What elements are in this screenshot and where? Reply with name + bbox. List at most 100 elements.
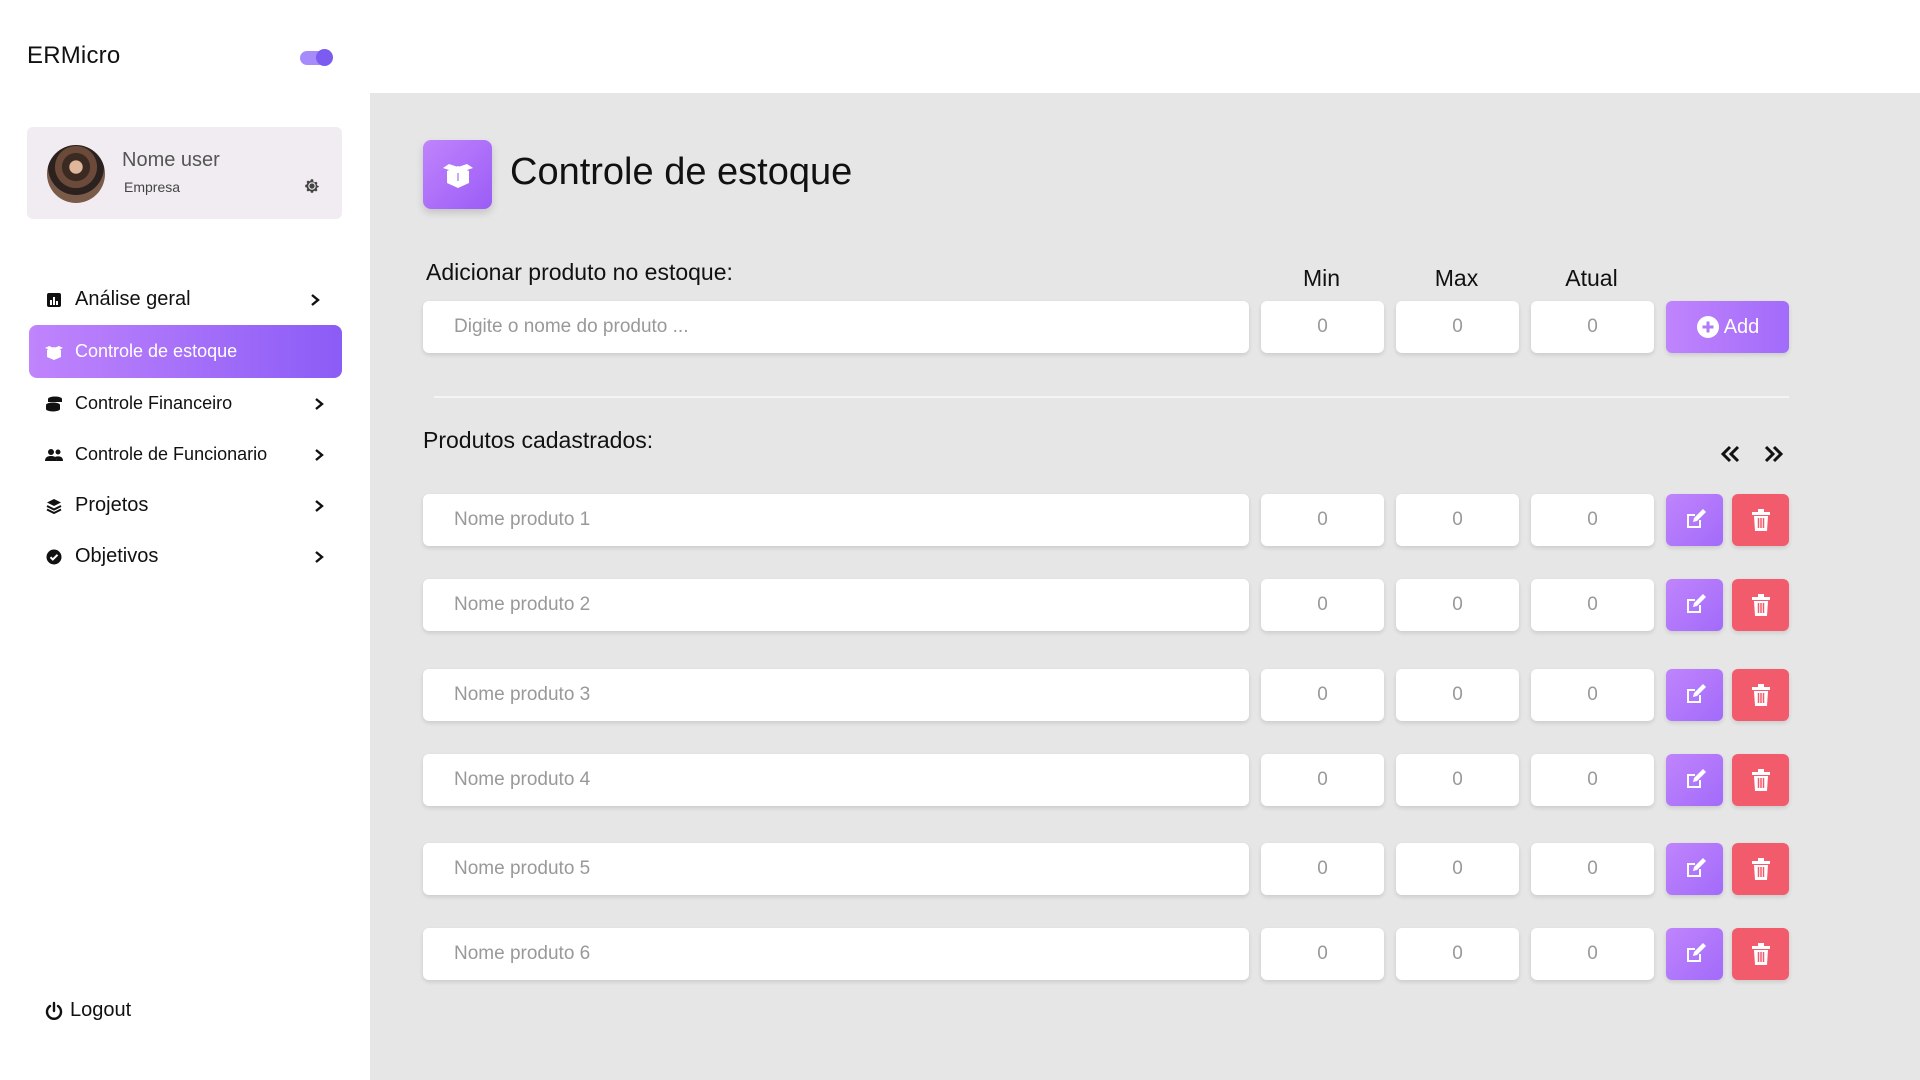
- product-min-field[interactable]: 0: [1261, 494, 1384, 546]
- delete-button[interactable]: [1732, 843, 1789, 895]
- layers-icon: [45, 497, 63, 515]
- chevron-right-icon: [315, 397, 324, 410]
- product-min-field[interactable]: 0: [1261, 754, 1384, 806]
- delete-button[interactable]: [1732, 494, 1789, 546]
- chevron-right-icon: [315, 499, 324, 512]
- trash-icon: [1751, 858, 1770, 880]
- sidebar-item-label: Análise geral: [75, 288, 191, 310]
- product-name-field[interactable]: Nome produto 3: [423, 669, 1249, 721]
- column-header-min: Min: [1302, 265, 1341, 291]
- edit-button[interactable]: [1666, 579, 1723, 631]
- product-min-field[interactable]: 0: [1261, 579, 1384, 631]
- users-icon: [45, 446, 63, 464]
- page-icon: [423, 140, 492, 209]
- edit-icon: [1686, 858, 1706, 877]
- power-icon: [45, 1001, 63, 1020]
- sidebar-item-label: Controle Financeiro: [75, 393, 233, 413]
- gear-icon[interactable]: [303, 177, 321, 195]
- add-button-label: Add: [1723, 315, 1760, 338]
- column-header-atual: Atual: [1565, 265, 1618, 291]
- main-content: Controle de estoque Adicionar produto no…: [370, 93, 1920, 1080]
- trash-icon: [1751, 684, 1770, 706]
- theme-toggle[interactable]: [300, 49, 333, 66]
- delete-button[interactable]: [1732, 579, 1789, 631]
- sidebar-item-label: Objetivos: [75, 545, 159, 567]
- coins-icon: [45, 395, 63, 413]
- box-icon: [45, 343, 63, 361]
- delete-button[interactable]: [1732, 928, 1789, 980]
- user-company: Empresa: [124, 179, 181, 195]
- sidebar: ERMicro Nome user Empresa Análise geral …: [0, 0, 370, 1080]
- avatar: [47, 145, 105, 203]
- product-atual-field[interactable]: 0: [1531, 494, 1654, 546]
- edit-button[interactable]: [1666, 754, 1723, 806]
- add-product-button[interactable]: Add: [1666, 301, 1789, 353]
- sidebar-item-controle-financeiro[interactable]: Controle Financeiro: [29, 378, 342, 429]
- product-atual-field[interactable]: 0: [1531, 754, 1654, 806]
- delete-button[interactable]: [1732, 669, 1789, 721]
- product-max-field[interactable]: 0: [1396, 494, 1519, 546]
- sidebar-item-controle-funcionario[interactable]: Controle de Funcionario: [29, 429, 342, 480]
- chevrons-left-icon[interactable]: [1719, 443, 1741, 465]
- product-name-field[interactable]: Nome produto 1: [423, 494, 1249, 546]
- product-max-field[interactable]: 0: [1396, 928, 1519, 980]
- product-name-field[interactable]: Nome produto 5: [423, 843, 1249, 895]
- atual-input[interactable]: 0: [1531, 301, 1654, 353]
- edit-icon: [1686, 943, 1706, 962]
- edit-button[interactable]: [1666, 843, 1723, 895]
- chevron-right-icon: [315, 550, 324, 563]
- sidebar-item-label: Controle de estoque: [75, 341, 238, 361]
- edit-icon: [1686, 594, 1706, 613]
- product-atual-field[interactable]: 0: [1531, 843, 1654, 895]
- sidebar-nav: Análise geral Controle de estoque Contro…: [29, 274, 342, 582]
- user-card: Nome user Empresa: [27, 127, 342, 219]
- user-name: Nome user: [122, 149, 220, 171]
- product-name-field[interactable]: Nome produto 4: [423, 754, 1249, 806]
- min-input[interactable]: 0: [1261, 301, 1384, 353]
- brand-name: ERMicro: [27, 42, 121, 69]
- product-name-field[interactable]: Nome produto 2: [423, 579, 1249, 631]
- sidebar-item-label: Controle de Funcionario: [75, 444, 268, 464]
- product-min-field[interactable]: 0: [1261, 928, 1384, 980]
- add-product-label: Adicionar produto no estoque:: [426, 259, 733, 285]
- trash-icon: [1751, 769, 1770, 791]
- product-max-field[interactable]: 0: [1396, 669, 1519, 721]
- column-header-max: Max: [1434, 265, 1479, 291]
- edit-button[interactable]: [1666, 494, 1723, 546]
- delete-button[interactable]: [1732, 754, 1789, 806]
- products-list-label: Produtos cadastrados:: [423, 427, 654, 453]
- product-max-field[interactable]: 0: [1396, 754, 1519, 806]
- chart-icon: [45, 291, 63, 309]
- sidebar-item-controle-estoque[interactable]: Controle de estoque: [29, 325, 342, 378]
- chevron-right-icon: [311, 293, 320, 306]
- logout-label: Logout: [70, 999, 132, 1021]
- sidebar-item-objetivos[interactable]: Objetivos: [29, 531, 342, 582]
- check-circle-icon: [45, 548, 63, 566]
- edit-button[interactable]: [1666, 928, 1723, 980]
- trash-icon: [1751, 943, 1770, 965]
- product-max-field[interactable]: 0: [1396, 843, 1519, 895]
- logout-button[interactable]: Logout: [44, 999, 131, 1022]
- product-min-field[interactable]: 0: [1261, 669, 1384, 721]
- edit-icon: [1686, 769, 1706, 788]
- plus-circle-icon: [1696, 316, 1719, 338]
- product-atual-field[interactable]: 0: [1531, 928, 1654, 980]
- product-name-input[interactable]: Digite o nome do produto ...: [423, 301, 1249, 353]
- sidebar-item-label: Projetos: [75, 494, 149, 516]
- edit-icon: [1686, 509, 1706, 528]
- max-input[interactable]: 0: [1396, 301, 1519, 353]
- product-max-field[interactable]: 0: [1396, 579, 1519, 631]
- edit-icon: [1686, 684, 1706, 703]
- sidebar-item-projetos[interactable]: Projetos: [29, 480, 342, 531]
- product-atual-field[interactable]: 0: [1531, 579, 1654, 631]
- edit-button[interactable]: [1666, 669, 1723, 721]
- product-name-field[interactable]: Nome produto 6: [423, 928, 1249, 980]
- trash-icon: [1751, 509, 1770, 531]
- product-atual-field[interactable]: 0: [1531, 669, 1654, 721]
- sidebar-item-analise-geral[interactable]: Análise geral: [29, 274, 342, 325]
- product-min-field[interactable]: 0: [1261, 843, 1384, 895]
- toggle-knob: [316, 49, 333, 66]
- chevrons-right-icon[interactable]: [1763, 443, 1785, 465]
- trash-icon: [1751, 594, 1770, 616]
- divider: [434, 396, 1789, 398]
